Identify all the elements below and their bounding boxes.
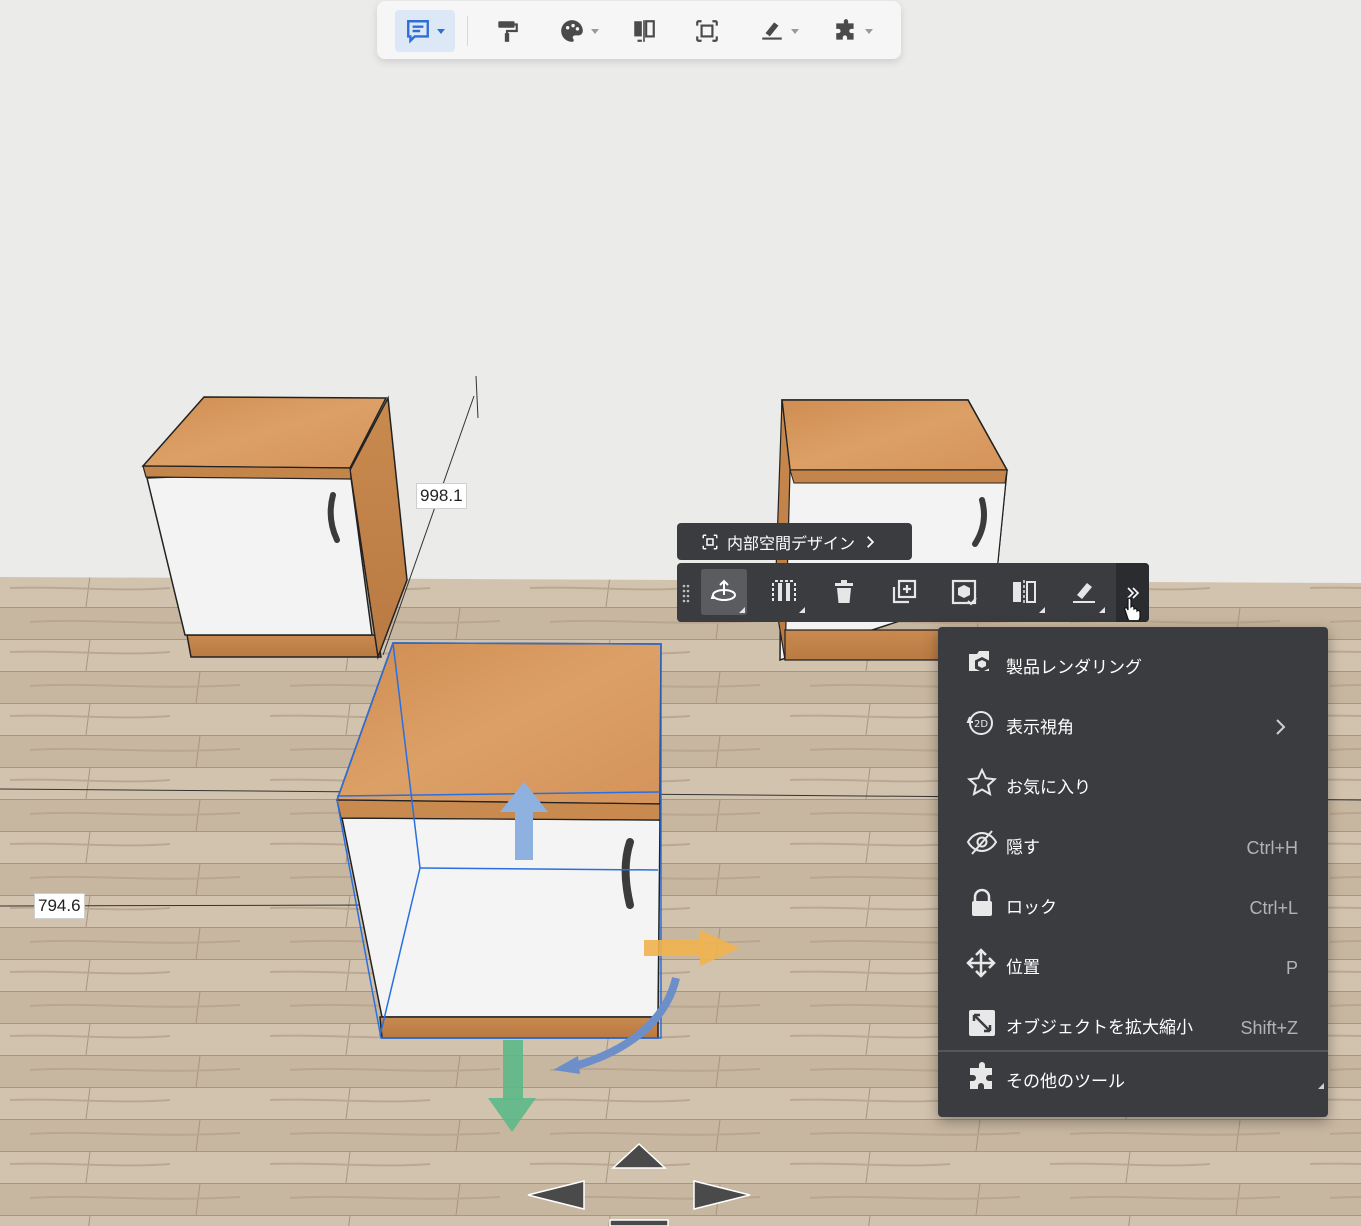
chevron-down-icon [437,28,445,34]
star-icon [966,767,998,796]
move-arrows-icon [966,948,996,978]
menu-item-shortcut: Ctrl+H [1246,838,1298,858]
submenu-indicator-icon [739,607,745,613]
menu-item-label: オブジェクトを拡大縮小 [1006,1018,1193,1038]
paint-roller-button[interactable] [485,10,529,52]
mirror-panels-icon [1013,580,1036,604]
svg-text:2D: 2D [974,719,988,730]
submenu-indicator-icon [799,607,805,613]
cabinet-selected[interactable] [335,642,662,1039]
replace-model-icon [951,579,977,606]
menu-item-label: ロック [1006,898,1057,918]
menu-item-view-angle[interactable]: 2D 表示視角 [938,693,1328,753]
menu-item-label: お気に入り [1006,778,1091,798]
top-toolbar [377,1,901,59]
nav-up-arrow[interactable] [610,1142,668,1170]
transform-move-icon [710,579,736,601]
chevron-right-icon [1276,719,1286,735]
menu-item-other-tools[interactable]: その他のツール [938,1047,1328,1107]
measure-tool-button[interactable] [749,10,809,52]
nav-down-arrow[interactable] [608,1216,670,1226]
paint-roller-icon [498,21,518,42]
nav-right-arrow[interactable] [690,1178,752,1212]
view-angle-2d-icon: 2D [966,711,993,735]
interior-design-label: 内部空間デザイン [727,533,856,553]
chevron-right-icon [867,535,875,548]
mirror-flip-icon [634,20,655,42]
toolbar-divider [467,16,468,46]
measure-ruler-icon [1073,583,1095,603]
measure-ruler-button[interactable] [1061,569,1107,615]
scale-resize-icon [969,1010,995,1036]
menu-item-label: 製品レンダリング [1006,658,1142,678]
duplicate-add-icon [892,579,917,604]
more-tools-menu: 製品レンダリング 2D 表示視角 お気に入り 隠す Ctrl+H ロック Ctr… [938,627,1328,1117]
replace-model-button[interactable] [941,569,987,615]
floorplan-list-button[interactable] [395,10,455,52]
drag-handle-icon[interactable] [681,583,691,603]
delete-button[interactable] [821,569,867,615]
mirror-panels-button[interactable] [1001,569,1047,615]
align-columns-button[interactable] [761,569,807,615]
menu-item-lock[interactable]: ロック Ctrl+L [938,873,1328,933]
menu-item-shortcut: P [1285,958,1298,978]
menu-item-scale-object[interactable]: オブジェクトを拡大縮小 Shift+Z [938,993,1328,1053]
menu-item-label: 隠す [1006,838,1040,858]
plugin-button[interactable] [823,10,883,52]
menu-item-favorites[interactable]: お気に入り [938,753,1328,813]
render-camera-icon [969,651,989,672]
mirror-flip-button[interactable] [622,10,666,52]
submenu-indicator-icon [1039,607,1045,613]
nav-left-arrow[interactable] [526,1178,588,1212]
menu-item-label: その他のツール [1006,1072,1125,1092]
hand-cursor-icon [1124,597,1141,620]
width-dimension-label[interactable]: 794.6 [34,893,85,919]
material-palette-icon [561,20,583,42]
measure-tool-icon [762,22,782,40]
cabinet-left[interactable] [141,395,408,660]
menu-item-product-rendering[interactable]: 製品レンダリング [938,633,1328,693]
transform-move-button[interactable] [701,569,747,615]
menu-item-shortcut: Shift+Z [1240,1018,1298,1038]
plugin-puzzle-icon [836,19,854,40]
duplicate-button[interactable] [881,569,927,615]
chevron-down-icon [591,28,599,34]
chevron-down-icon [865,28,873,34]
menu-item-hide[interactable]: 隠す Ctrl+H [938,813,1328,873]
align-columns-icon [772,580,796,601]
floorplan-list-icon [407,20,429,44]
interior-frame-icon [702,534,718,549]
menu-item-shortcut: Ctrl+L [1249,898,1298,918]
height-dimension-label[interactable]: 998.1 [416,483,467,509]
select-frame-icon [696,20,718,42]
interior-design-button[interactable]: 内部空間デザイン [677,523,912,560]
plugin-puzzle-icon [970,1062,992,1089]
object-toolbar [677,563,1149,622]
eye-hidden-icon [966,830,998,855]
trash-icon [835,580,853,603]
lock-icon [972,888,992,916]
chevron-down-icon [791,28,799,34]
submenu-indicator-icon [1318,1083,1324,1089]
material-palette-button[interactable] [549,10,609,52]
menu-item-label: 表示視角 [1006,718,1074,738]
menu-item-position[interactable]: 位置 P [938,933,1328,993]
select-frame-button[interactable] [685,10,729,52]
menu-item-label: 位置 [1006,958,1040,978]
submenu-indicator-icon [1099,607,1105,613]
